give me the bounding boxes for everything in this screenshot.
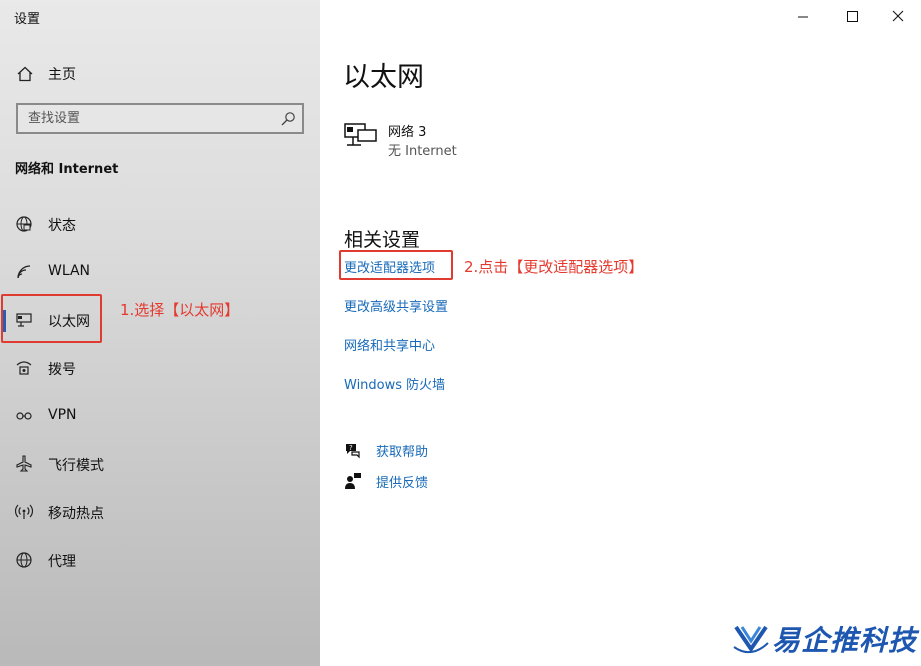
search-box[interactable] [16,103,304,134]
proxy-globe-icon [16,552,32,568]
sidebar-item-status[interactable]: 状态 [0,202,320,246]
maximize-icon [847,11,858,22]
app-title: 设置 [14,12,41,27]
feedback-person-icon [345,473,361,489]
sidebar-item-airplane[interactable]: 飞行模式 [0,442,320,486]
annotation-highlight-ethernet [1,294,102,343]
sidebar-item-wlan[interactable]: WLAN [0,250,320,294]
minimize-icon [798,16,808,18]
network-status: 无 Internet [388,144,457,159]
close-button[interactable] [875,2,921,32]
sidebar-item-label: 飞行模式 [48,458,104,474]
windows-firewall-link[interactable]: Windows 防火墙 [344,374,445,393]
svg-text:?: ? [349,444,353,452]
watermark: 易企推科技 [732,615,918,661]
status-globe-icon [16,216,32,232]
chat-help-icon: ? [346,444,360,459]
home-icon [17,66,33,82]
sidebar-item-label: WLAN [48,263,91,279]
sidebar-item-label: VPN [48,407,77,423]
feedback-label: 提供反馈 [376,476,429,491]
search-input[interactable] [18,105,268,132]
sidebar-item-vpn[interactable]: VPN [0,394,320,438]
sidebar-item-label: 代理 [48,554,76,570]
home-nav-item[interactable]: 主页 [0,58,320,88]
wifi-icon [17,265,31,279]
close-icon [892,10,904,22]
related-settings-title: 相关设置 [344,229,421,251]
get-help-label: 获取帮助 [376,445,429,460]
section-title: 网络和 Internet [15,162,119,177]
network-adapter-icon [344,123,377,146]
hotspot-icon [15,504,33,519]
vpn-icon [16,412,32,420]
sidebar-item-label: 移动热点 [48,506,104,522]
airplane-icon [16,455,32,472]
advanced-sharing-settings-link[interactable]: 更改高级共享设置 [344,296,448,315]
annotation-step-1: 1.选择【以太网】 [120,301,240,319]
search-icon[interactable] [280,111,296,127]
sidebar-item-hotspot[interactable]: 移动热点 [0,490,320,534]
sidebar-item-proxy[interactable]: 代理 [0,538,320,582]
network-sharing-center-link[interactable]: 网络和共享中心 [344,335,435,354]
annotation-highlight-adapter [339,250,453,280]
maximize-button[interactable] [829,2,875,32]
annotation-step-2: 2.点击【更改适配器选项】 [464,258,644,276]
sidebar-item-label: 状态 [48,218,76,234]
home-label: 主页 [48,67,76,83]
main-content [320,0,921,666]
watermark-text: 易企推科技 [772,624,918,657]
sidebar-item-dialup[interactable]: 拨号 [0,346,320,390]
brand-logo-icon [733,625,769,654]
minimize-button[interactable] [780,2,826,32]
dialup-icon [16,361,32,375]
network-name: 网络 3 [388,125,427,140]
sidebar-item-label: 拨号 [48,362,76,378]
page-title: 以太网 [343,62,424,93]
